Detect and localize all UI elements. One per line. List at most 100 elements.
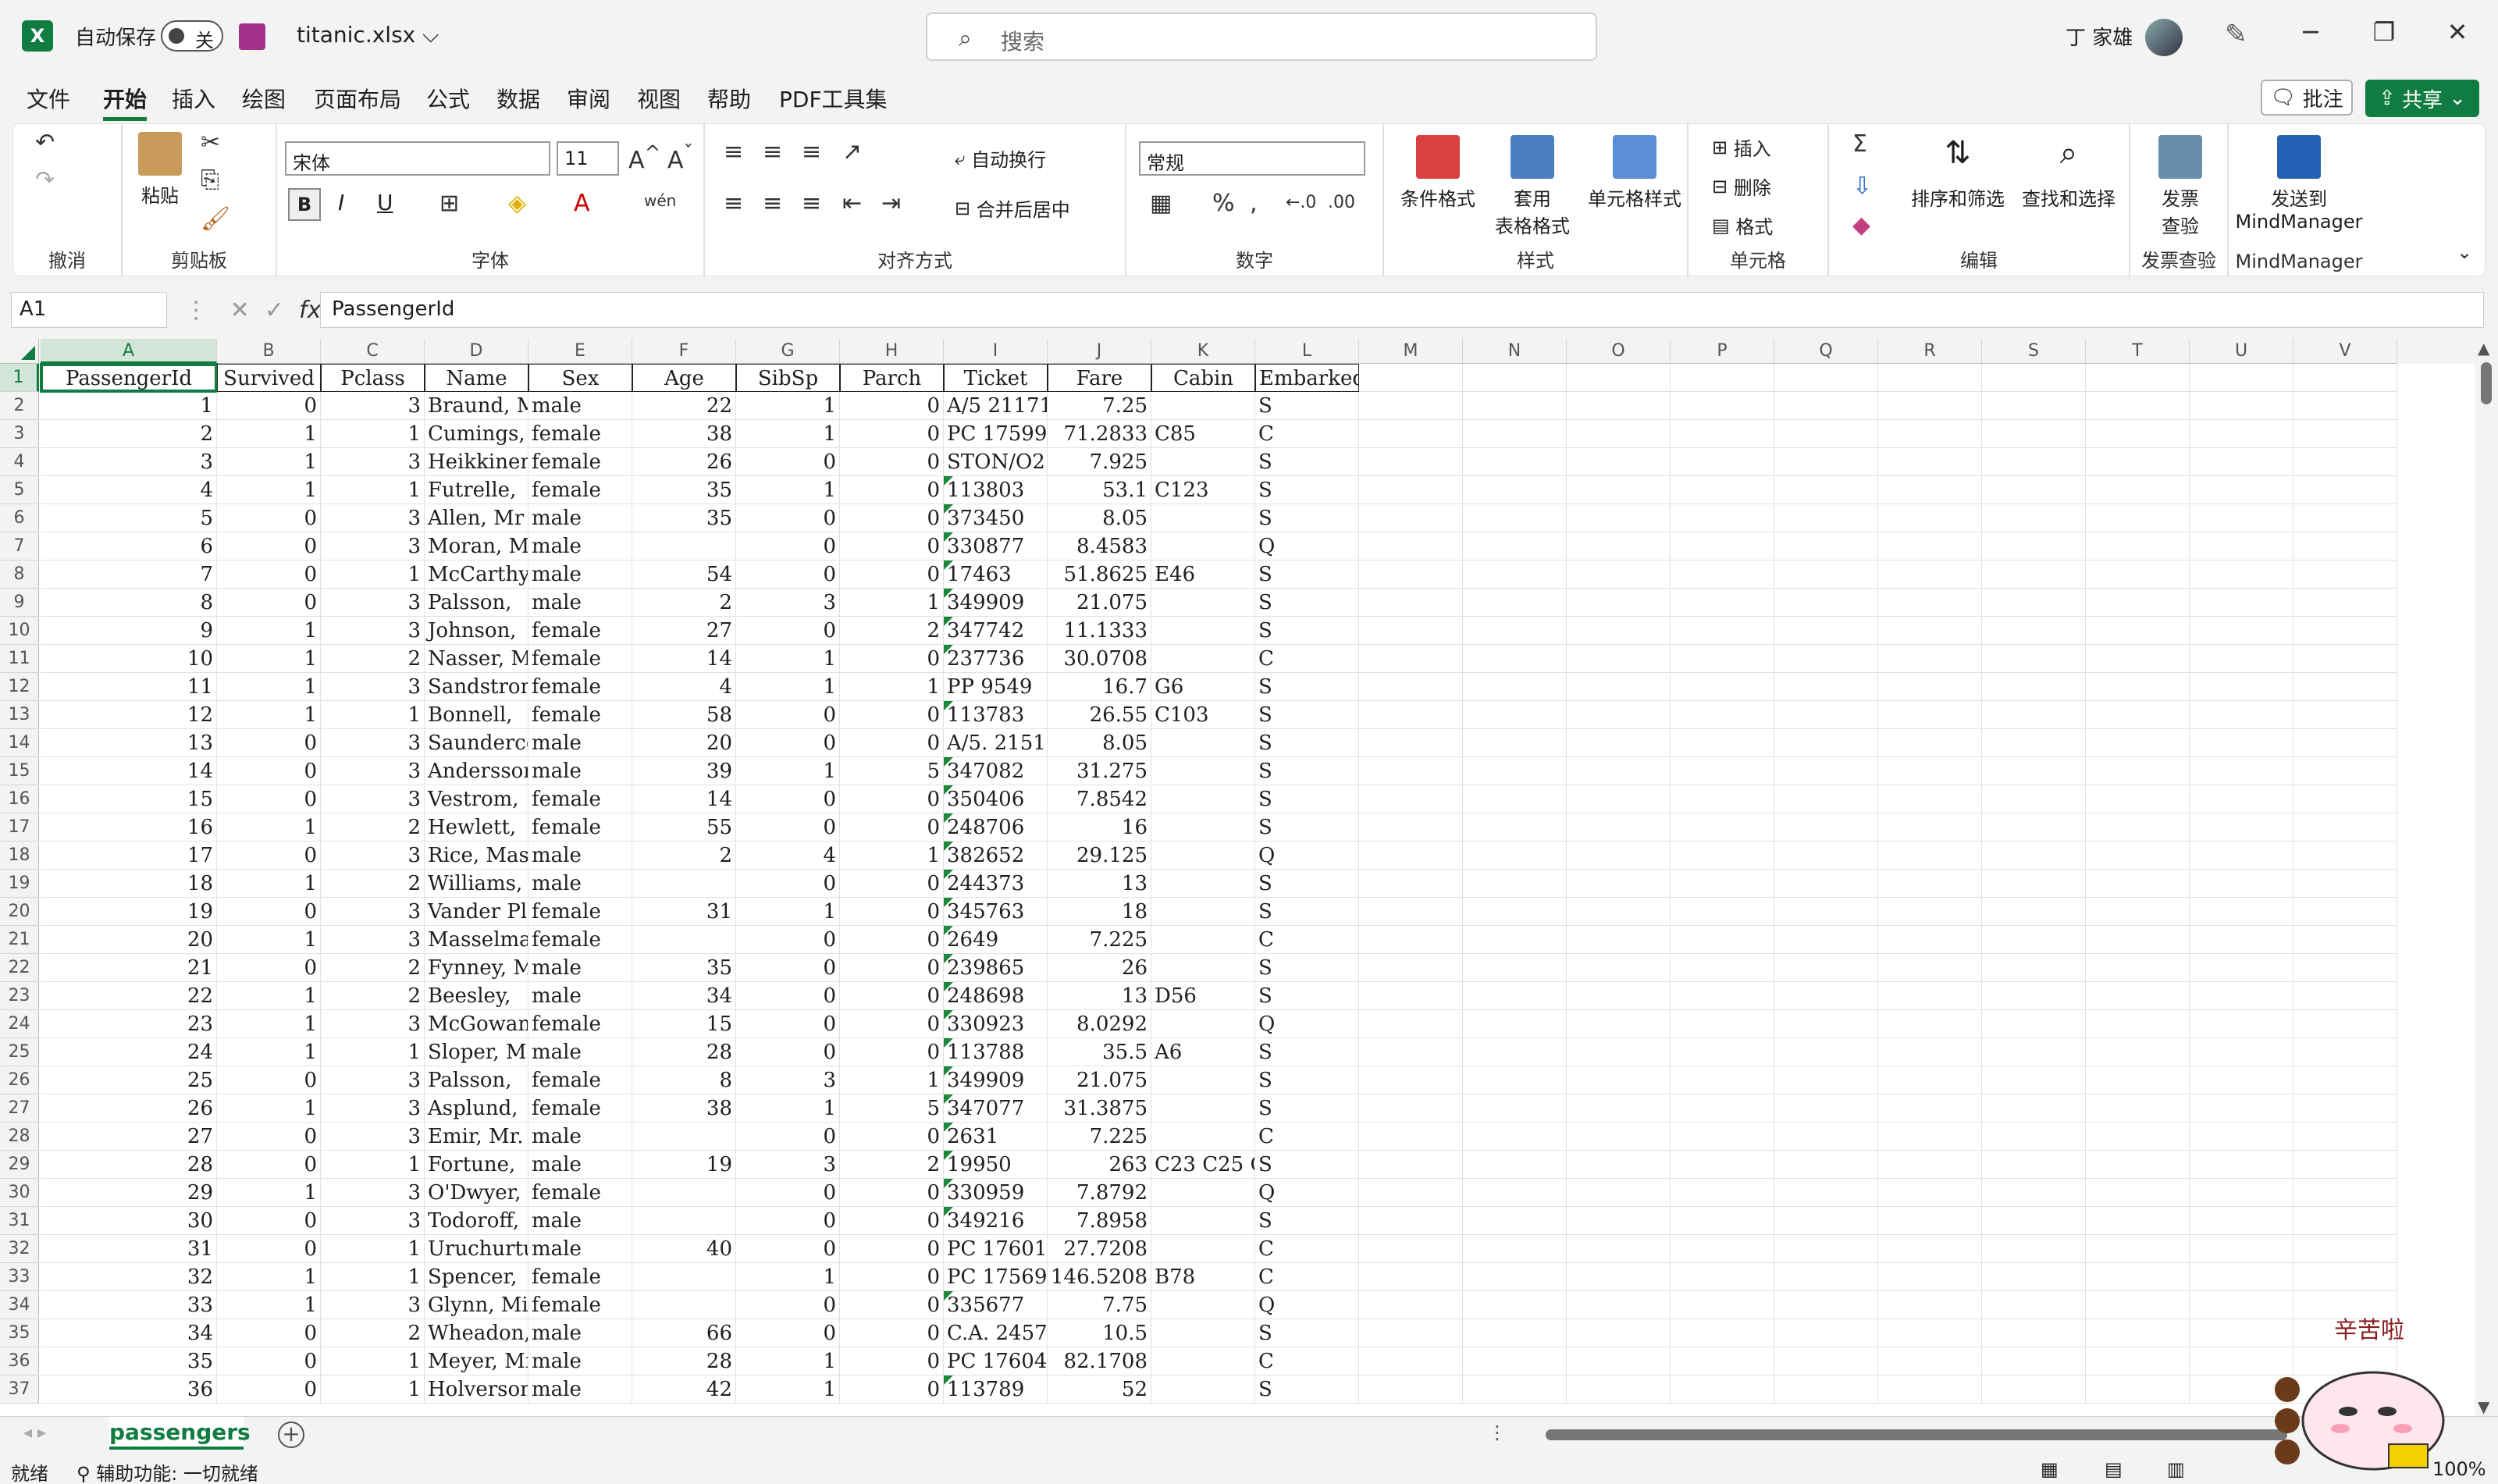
row-header[interactable]: 1	[0, 364, 39, 392]
cell[interactable]	[2086, 392, 2190, 420]
cell[interactable]	[1982, 476, 2086, 504]
cell[interactable]	[1878, 870, 1982, 898]
cell[interactable]	[1463, 561, 1567, 589]
cell[interactable]: female	[528, 673, 632, 701]
cell[interactable]: C	[1255, 1123, 1359, 1151]
cell[interactable]	[1774, 1263, 1878, 1291]
cell[interactable]: Beesley,	[425, 982, 528, 1010]
cell[interactable]: Fynney, M	[425, 954, 528, 982]
cell[interactable]	[1671, 1291, 1774, 1319]
cell[interactable]: 1	[736, 1263, 840, 1291]
cell[interactable]	[1982, 504, 2086, 532]
cell[interactable]	[1774, 870, 1878, 898]
cell[interactable]	[1463, 1375, 1567, 1404]
cell[interactable]	[1774, 448, 1878, 476]
cell[interactable]	[2190, 532, 2293, 561]
cell[interactable]	[2190, 1038, 2293, 1066]
cell[interactable]: 66	[632, 1319, 736, 1347]
row-header[interactable]: 24	[0, 1010, 39, 1038]
column-header-l[interactable]: L	[1255, 339, 1359, 364]
cell[interactable]	[1463, 1319, 1567, 1347]
cell[interactable]	[1463, 1151, 1567, 1179]
cell[interactable]: 0	[217, 589, 321, 617]
column-title-cell[interactable]: Parch	[840, 364, 944, 392]
cell[interactable]: 11.1333	[1048, 617, 1151, 645]
cell[interactable]	[1359, 561, 1463, 589]
cell[interactable]	[1463, 645, 1567, 673]
cell[interactable]: 18	[1048, 898, 1151, 926]
cell[interactable]: 0	[217, 1319, 321, 1347]
cell[interactable]: 28	[632, 1347, 736, 1375]
cell[interactable]	[2293, 898, 2397, 926]
cell[interactable]	[1982, 1207, 2086, 1235]
cell[interactable]: 0	[840, 561, 944, 589]
cell[interactable]	[1671, 1123, 1774, 1151]
cell[interactable]: Johnson,	[425, 617, 528, 645]
cell[interactable]	[1151, 870, 1255, 898]
cell[interactable]: 1	[321, 1375, 425, 1404]
font-name-select[interactable]: 宋体	[285, 141, 550, 176]
column-title-cell[interactable]: Name	[425, 364, 528, 392]
cell[interactable]: 0	[736, 561, 840, 589]
cell[interactable]: Sandstrom	[425, 673, 528, 701]
cell[interactable]: male	[528, 1319, 632, 1347]
cell[interactable]: 0	[840, 729, 944, 757]
cell[interactable]	[1463, 504, 1567, 532]
cell[interactable]	[1982, 729, 2086, 757]
formula-input[interactable]: PassengerId	[320, 292, 2484, 328]
cell[interactable]: 0	[840, 645, 944, 673]
cell[interactable]: 1	[217, 448, 321, 476]
cell[interactable]	[1463, 1123, 1567, 1151]
cell[interactable]	[1982, 1375, 2086, 1404]
column-header-o[interactable]: O	[1567, 339, 1671, 364]
cell[interactable]: 237736	[944, 645, 1048, 673]
cell[interactable]	[1567, 1123, 1671, 1151]
cell[interactable]: 3	[321, 757, 425, 785]
cell[interactable]: 1	[736, 898, 840, 926]
cell[interactable]: 10.5	[1048, 1319, 1151, 1347]
cell[interactable]	[1982, 448, 2086, 476]
cell[interactable]: 3	[321, 785, 425, 813]
cell[interactable]: S	[1255, 757, 1359, 785]
cell[interactable]: 24	[41, 1038, 217, 1066]
cell[interactable]	[1359, 1347, 1463, 1375]
cell[interactable]	[1878, 757, 1982, 785]
cell[interactable]	[2190, 926, 2293, 954]
cell[interactable]	[1878, 448, 1982, 476]
cell[interactable]	[1774, 561, 1878, 589]
cell[interactable]: 19	[632, 1151, 736, 1179]
cell[interactable]	[2190, 1179, 2293, 1207]
cell[interactable]	[1151, 1375, 1255, 1404]
cell[interactable]	[1567, 673, 1671, 701]
cell[interactable]: 7.8792	[1048, 1179, 1151, 1207]
cell[interactable]	[2190, 673, 2293, 701]
cell[interactable]: 1	[736, 476, 840, 504]
cell[interactable]: S	[1255, 954, 1359, 982]
row-header[interactable]: 16	[0, 785, 39, 813]
row-header[interactable]: 14	[0, 729, 39, 757]
cell[interactable]	[1671, 1207, 1774, 1235]
cell[interactable]: 21.075	[1048, 1066, 1151, 1094]
number-format-select[interactable]: 常规	[1139, 141, 1365, 176]
cell[interactable]	[1671, 954, 1774, 982]
cell[interactable]	[1878, 673, 1982, 701]
cell[interactable]	[1878, 1038, 1982, 1066]
cell[interactable]: female	[528, 1291, 632, 1319]
cell[interactable]	[1151, 504, 1255, 532]
insert-cells-button[interactable]: ⊞ 插入	[1712, 133, 1771, 161]
cell[interactable]: 0	[217, 1066, 321, 1094]
cell[interactable]	[1774, 785, 1878, 813]
cell[interactable]	[1463, 364, 1567, 392]
cell[interactable]	[1671, 701, 1774, 729]
cell[interactable]	[2293, 1066, 2397, 1094]
cell[interactable]: PC 17599	[944, 420, 1048, 448]
cell[interactable]	[2086, 785, 2190, 813]
align-right-icon[interactable]: ≡	[802, 190, 821, 217]
cell[interactable]	[1878, 561, 1982, 589]
cell[interactable]: 8.0292	[1048, 1010, 1151, 1038]
cell[interactable]	[632, 926, 736, 954]
tab-draw[interactable]: 绘图	[242, 83, 286, 114]
column-header-d[interactable]: D	[425, 339, 528, 364]
cell[interactable]	[2086, 813, 2190, 842]
cell[interactable]	[1151, 1207, 1255, 1235]
